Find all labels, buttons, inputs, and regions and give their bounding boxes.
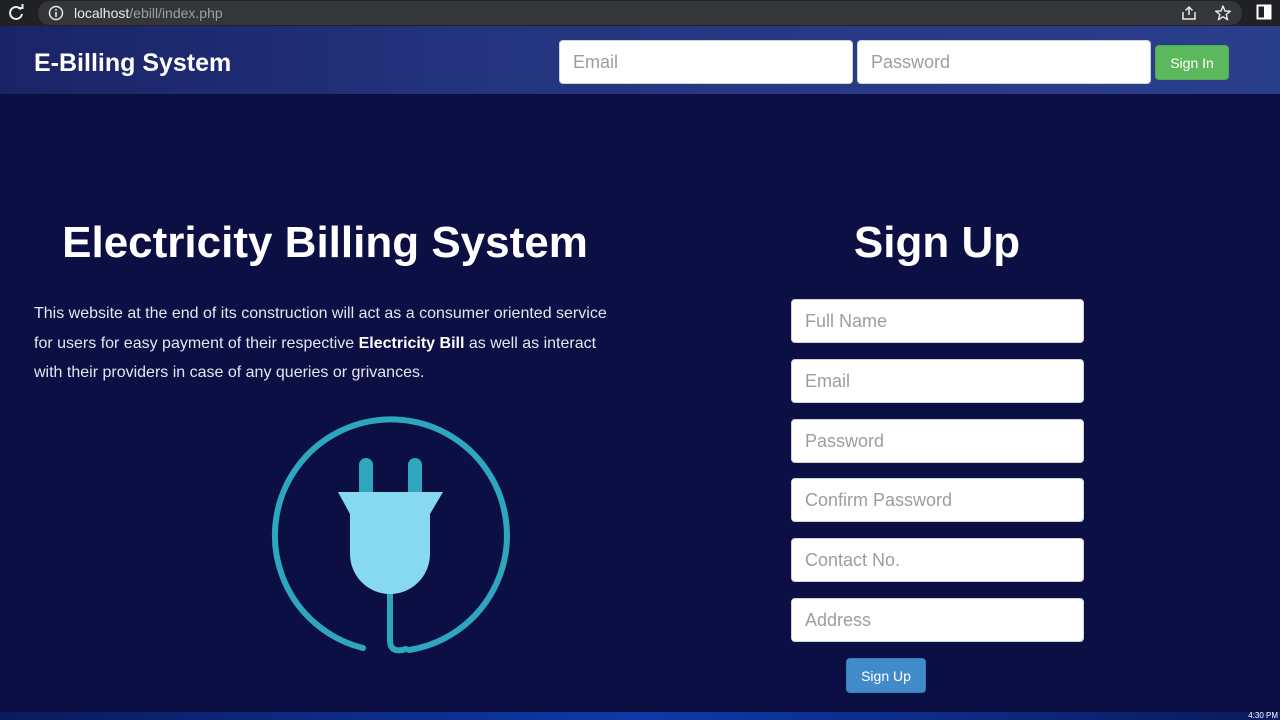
plug-icon	[271, 416, 510, 654]
sign-up-button[interactable]: Sign Up	[846, 658, 926, 693]
header-password-input[interactable]	[857, 40, 1151, 84]
site-header: E-Billing System Sign In	[0, 26, 1280, 94]
star-icon[interactable]	[1214, 4, 1232, 22]
signup-title: Sign Up	[853, 218, 1021, 267]
url-host: localhost	[74, 5, 130, 21]
address-field[interactable]	[791, 598, 1084, 642]
share-icon[interactable]	[1180, 4, 1198, 22]
intro-paragraph: This website at the end of its construct…	[34, 299, 614, 388]
header-email-input[interactable]	[559, 40, 853, 84]
page-title: Electricity Billing System	[62, 218, 588, 267]
taskbar-clock: 4:30 PM	[1248, 711, 1278, 720]
sign-in-button[interactable]: Sign In	[1155, 45, 1229, 80]
brand-title[interactable]: E-Billing System	[34, 49, 231, 78]
os-taskbar	[0, 712, 1280, 720]
full-name-field[interactable]	[791, 299, 1084, 343]
side-panel-icon[interactable]	[1256, 4, 1272, 20]
intro-text-bold: Electricity Bill	[358, 334, 465, 352]
password-field[interactable]	[791, 419, 1084, 463]
url-path: /ebill/index.php	[129, 5, 223, 21]
browser-toolbar: localhost/ebill/index.php	[0, 0, 1280, 26]
url-text[interactable]: localhost/ebill/index.php	[74, 4, 223, 22]
info-icon[interactable]	[48, 5, 64, 21]
email-field[interactable]	[791, 359, 1084, 403]
contact-field[interactable]	[791, 538, 1084, 582]
reload-icon[interactable]	[6, 3, 26, 23]
confirm-password-field[interactable]	[791, 478, 1084, 522]
